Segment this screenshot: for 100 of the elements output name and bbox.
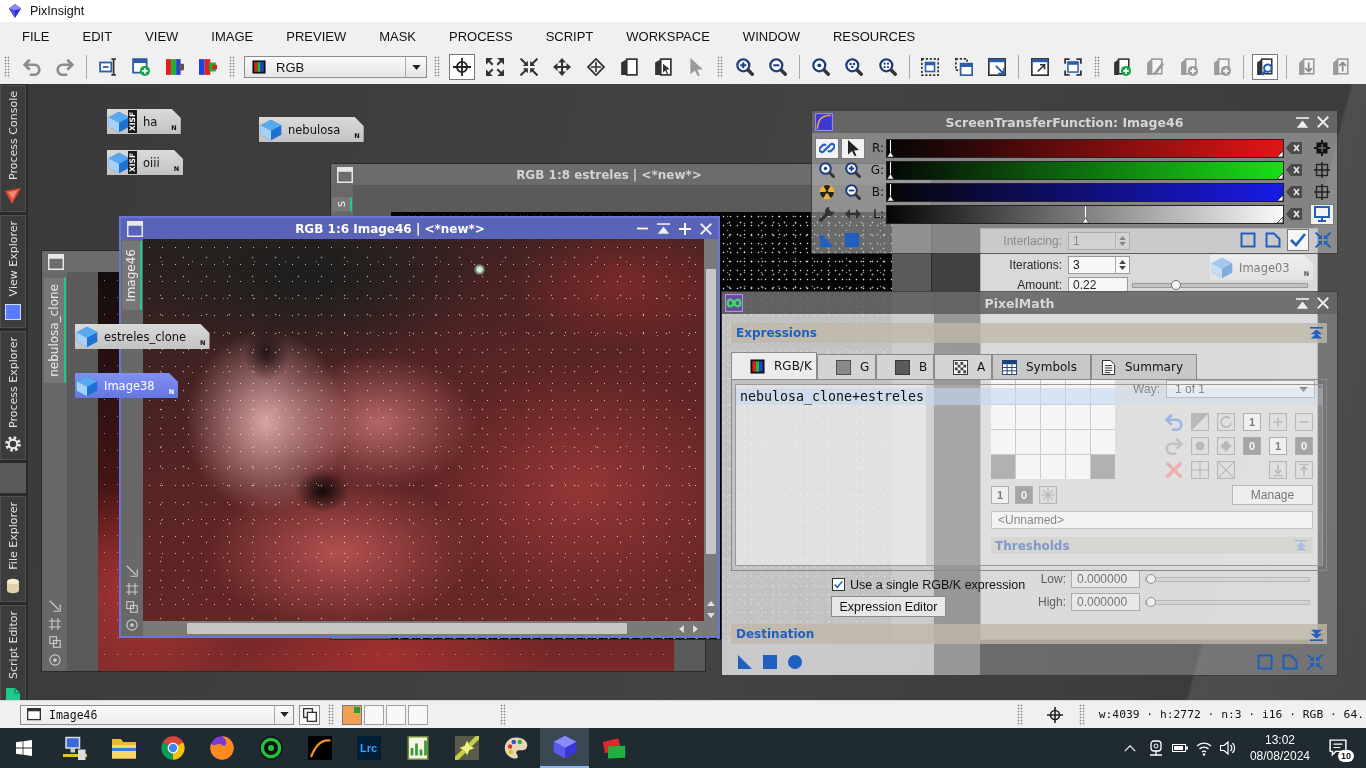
midtone-marker[interactable] xyxy=(887,139,894,157)
kernel-cell[interactable] xyxy=(991,405,1015,429)
undo-icon[interactable] xyxy=(22,58,41,76)
kernel-cell[interactable] xyxy=(1091,455,1115,479)
crop-marks-icon[interactable] xyxy=(48,618,61,630)
document-download-icon[interactable] xyxy=(1298,58,1317,76)
wifi-icon[interactable] xyxy=(1195,740,1212,756)
crop-marks-icon[interactable] xyxy=(126,583,138,595)
highlight-marker-icon[interactable] xyxy=(1277,194,1283,201)
scrollbar-thumb[interactable] xyxy=(187,623,627,634)
digit-button[interactable]: 1 xyxy=(1243,413,1261,431)
slider-thumb[interactable] xyxy=(1170,279,1181,290)
kernel-cell[interactable] xyxy=(1041,455,1065,479)
mask-slot[interactable] xyxy=(408,704,428,725)
view-tab[interactable]: s xyxy=(332,197,352,212)
new-window-icon[interactable] xyxy=(132,58,151,76)
window-icon[interactable] xyxy=(337,166,353,183)
chevron-up-icon[interactable] xyxy=(1123,744,1136,752)
scroll-right-icon[interactable] xyxy=(693,624,698,633)
close-icon[interactable] xyxy=(1317,297,1329,309)
zoom-in-icon[interactable] xyxy=(735,58,754,76)
rgb-image-icon[interactable] xyxy=(165,58,184,76)
highlight-marker-icon[interactable] xyxy=(1277,216,1283,223)
kernel-cell[interactable] xyxy=(1091,380,1115,404)
square-icon[interactable] xyxy=(762,654,778,670)
manage-button[interactable]: Manage xyxy=(1232,485,1313,505)
kernel-cell[interactable] xyxy=(1066,405,1090,429)
menu-item[interactable]: WORKSPACE xyxy=(626,28,710,44)
view-mode-dropdown[interactable]: RGB xyxy=(244,56,427,78)
scroll-up-icon[interactable] xyxy=(707,601,715,606)
window-icon[interactable] xyxy=(127,220,143,237)
crosshair-icon[interactable] xyxy=(1046,706,1063,723)
digit-button[interactable]: 1 xyxy=(991,486,1009,504)
window-icon[interactable] xyxy=(48,253,64,270)
clock-time[interactable]: 13:02 xyxy=(1264,732,1295,748)
window-select-icon[interactable] xyxy=(921,58,940,76)
side-panel-tab[interactable]: Process Explorer xyxy=(0,331,26,461)
menu-item[interactable]: WINDOW xyxy=(742,28,800,44)
edit-document-icon[interactable] xyxy=(1146,58,1165,76)
channel-button[interactable] xyxy=(1310,203,1334,225)
rename-field-icon[interactable] xyxy=(98,58,117,76)
side-panel-tab[interactable]: File Explorer xyxy=(0,496,26,603)
tab[interactable]: B xyxy=(876,354,934,379)
close-icon[interactable] xyxy=(700,222,712,235)
expression-editor-button[interactable]: Expression Editor xyxy=(831,596,946,617)
zoom-icon[interactable] xyxy=(811,58,830,76)
rgb-split-icon[interactable] xyxy=(199,58,218,76)
tab[interactable]: Symbols xyxy=(992,354,1091,379)
checkbox[interactable] xyxy=(832,578,845,591)
reset-icon[interactable] xyxy=(1286,206,1302,222)
overlapping-squares-icon[interactable] xyxy=(48,636,61,648)
duplicate-window-icon[interactable] xyxy=(954,58,973,76)
tab[interactable]: A xyxy=(934,354,992,379)
menu-item[interactable]: IMAGE xyxy=(211,28,254,44)
diagonal-arrow-icon[interactable] xyxy=(48,600,61,612)
tool-button[interactable] xyxy=(841,137,865,159)
kernel-cell[interactable] xyxy=(1016,455,1040,479)
maximize-window-icon[interactable] xyxy=(1030,58,1049,76)
kernel-cell[interactable] xyxy=(1066,455,1090,479)
maximize-icon[interactable] xyxy=(679,222,691,235)
kernel-cell[interactable] xyxy=(991,380,1015,404)
webcam-icon[interactable] xyxy=(1147,740,1164,756)
zoom-out-icon[interactable] xyxy=(769,58,788,76)
shade-icon[interactable] xyxy=(1296,297,1309,309)
kernel-cell[interactable] xyxy=(1066,380,1090,404)
menu-item[interactable]: RESOURCES xyxy=(832,28,916,44)
battery-icon[interactable] xyxy=(1171,744,1188,752)
name-field[interactable]: <Unnamed> xyxy=(991,511,1313,529)
menu-item[interactable]: SCRIPT xyxy=(545,28,594,44)
horizontal-scrollbar[interactable] xyxy=(143,621,718,636)
redo-icon[interactable] xyxy=(56,58,75,76)
digit-button[interactable]: 1 xyxy=(1269,437,1287,455)
close-icon[interactable] xyxy=(1317,116,1329,128)
slider-track[interactable] xyxy=(886,204,1284,224)
diagonal-arrow-icon[interactable] xyxy=(126,565,138,577)
checkbox-label[interactable]: Use a single RGB/K expression xyxy=(850,577,1026,592)
side-panel-tab[interactable]: View Explorer xyxy=(0,214,26,329)
reset-icon[interactable] xyxy=(1286,140,1302,156)
kernel-cell[interactable] xyxy=(1041,380,1065,404)
spin-box[interactable]: 3 xyxy=(1068,256,1130,274)
shade-icon[interactable] xyxy=(657,223,670,234)
target-icon[interactable] xyxy=(48,654,61,666)
slider-track[interactable] xyxy=(886,138,1284,158)
kernel-cell[interactable] xyxy=(1066,430,1090,454)
target-icon[interactable] xyxy=(126,619,138,631)
taskbar-button[interactable]: Lrc xyxy=(344,728,393,768)
kernel-cell[interactable] xyxy=(991,455,1015,479)
mask-slot[interactable] xyxy=(386,704,406,725)
kernel-cell[interactable] xyxy=(1091,430,1115,454)
document-upload-icon[interactable] xyxy=(1331,58,1350,76)
view-tab[interactable]: nebulosa_clone xyxy=(43,278,66,383)
kernel-cell[interactable] xyxy=(991,430,1015,454)
add-document-icon[interactable] xyxy=(1112,58,1131,76)
triangle-icon[interactable] xyxy=(737,654,753,670)
zoom-icon[interactable] xyxy=(845,58,864,76)
midtone-marker[interactable] xyxy=(887,183,894,201)
shade-icon[interactable] xyxy=(1296,116,1309,128)
menu-item[interactable]: FILE xyxy=(22,28,50,44)
midtone-marker[interactable] xyxy=(1081,205,1089,223)
fit-window-icon[interactable] xyxy=(1064,58,1083,76)
